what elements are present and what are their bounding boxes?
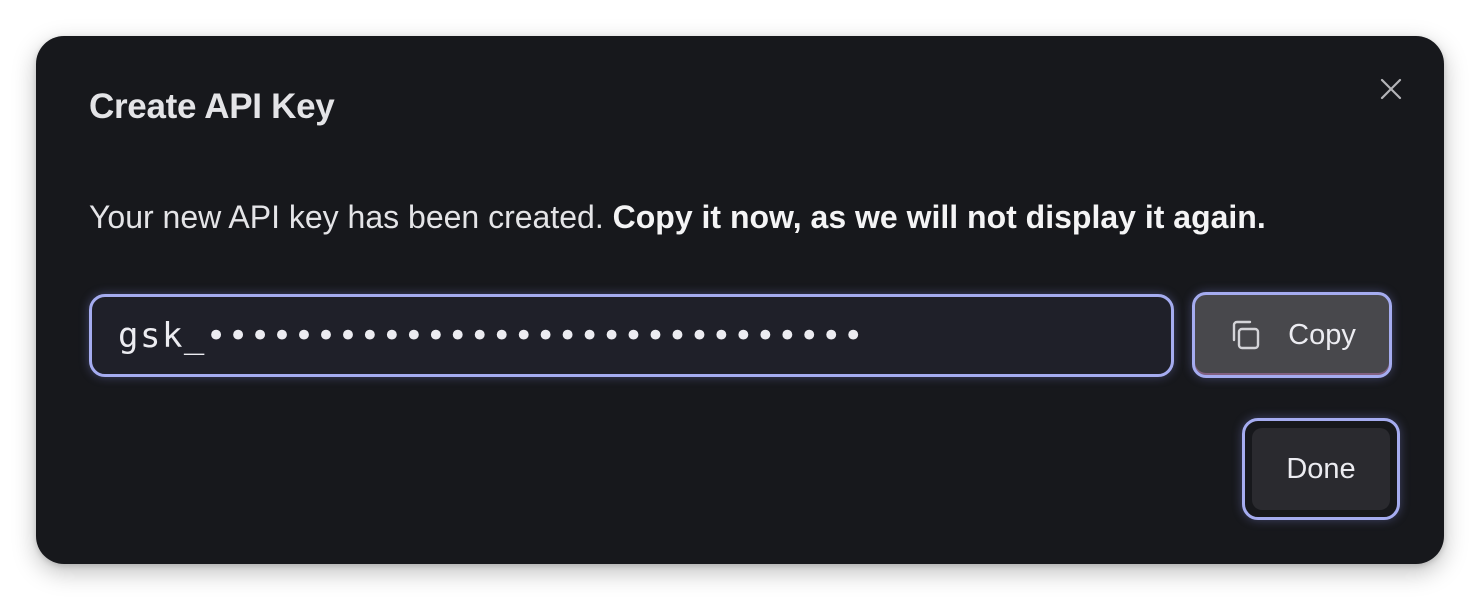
done-button[interactable]: Done <box>1242 418 1400 520</box>
copy-button-label: Copy <box>1288 318 1356 351</box>
dialog-description: Your new API key has been created. Copy … <box>89 197 1266 237</box>
copy-button[interactable]: Copy <box>1192 292 1392 378</box>
create-api-key-dialog: Create API Key Your new API key has been… <box>36 36 1444 564</box>
description-text: Your new API key has been created. <box>89 199 613 235</box>
done-button-body: Done <box>1252 428 1390 510</box>
close-icon <box>1380 78 1402 100</box>
dialog-title: Create API Key <box>89 87 335 126</box>
close-button[interactable] <box>1374 72 1408 106</box>
done-button-label: Done <box>1286 452 1356 485</box>
api-key-input[interactable] <box>118 315 1118 356</box>
copy-icon <box>1232 320 1260 350</box>
api-key-field[interactable] <box>89 294 1174 377</box>
description-warning: Copy it now, as we will not display it a… <box>612 199 1266 235</box>
